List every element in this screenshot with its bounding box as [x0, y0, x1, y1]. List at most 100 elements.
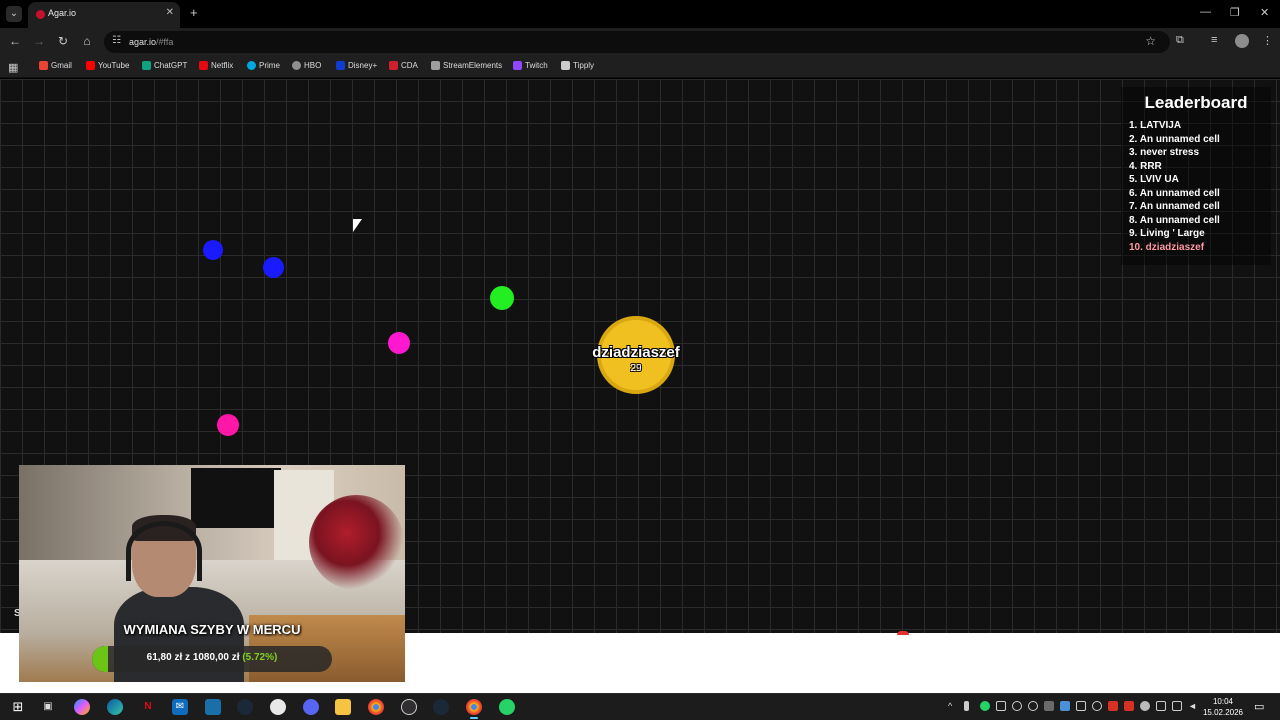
notification-icon[interactable]: ▭ — [1254, 700, 1264, 713]
forward-icon[interactable]: → — [31, 34, 47, 48]
headset-icon — [126, 521, 202, 581]
bookmark-twitch[interactable]: Twitch — [513, 61, 548, 70]
bookmark-youtube[interactable]: YouTube — [86, 61, 129, 70]
close-window-icon[interactable]: ✕ — [1260, 6, 1269, 19]
bookmarks-bar: ▦ Gmail YouTube ChatGPT Netflix Prime HB… — [0, 56, 1280, 78]
bookmark-cda[interactable]: CDA — [389, 61, 418, 70]
clock-time[interactable]: 10:04 — [1200, 697, 1246, 706]
bookmark-star-icon[interactable]: ☆ — [1145, 34, 1156, 48]
bookmark-streamelements[interactable]: StreamElements — [431, 61, 502, 70]
steam-icon[interactable] — [433, 699, 449, 715]
tray-app-icon[interactable] — [1012, 701, 1022, 711]
leaderboard-entry: 3. never stress — [1129, 147, 1200, 158]
file-explorer-icon[interactable] — [335, 699, 351, 715]
reload-icon[interactable]: ↻ — [55, 34, 71, 48]
food-pellet — [203, 240, 223, 260]
restore-icon[interactable]: ❐ — [1230, 6, 1240, 19]
copilot-icon[interactable] — [74, 699, 90, 715]
bookmark-hbo[interactable]: HBO — [292, 61, 321, 70]
volume-icon[interactable]: ◄ — [1188, 701, 1198, 711]
minimize-icon[interactable]: — — [1200, 6, 1211, 18]
tray-app-icon[interactable] — [1108, 701, 1118, 711]
tray-app-icon[interactable] — [1124, 701, 1134, 711]
mail-icon[interactable] — [205, 699, 221, 715]
bookmark-chatgpt[interactable]: ChatGPT — [142, 61, 187, 70]
tray-app-icon[interactable] — [1076, 701, 1086, 711]
webcam-flowers — [309, 495, 404, 590]
task-view-icon[interactable]: ▣ — [40, 699, 56, 715]
food-pellet — [490, 286, 514, 310]
food-pellet — [217, 414, 239, 436]
extensions-icon[interactable]: ⧉ — [1176, 34, 1184, 47]
site-info-icon[interactable]: ☷ — [112, 35, 121, 46]
discord-icon[interactable] — [303, 699, 319, 715]
bookmark-tipply[interactable]: Tipply — [561, 61, 594, 70]
apps-grid-icon[interactable]: ▦ — [8, 61, 18, 74]
steam-icon[interactable] — [237, 699, 253, 715]
cda-icon — [389, 61, 398, 70]
tray-app-icon[interactable] — [1092, 701, 1102, 711]
leaderboard-list: 1. LATVIJA 2. An unnamed cell 3. never s… — [1129, 119, 1263, 254]
tab-close-icon[interactable]: ✕ — [166, 7, 174, 18]
outlook-icon[interactable]: ✉ — [172, 699, 188, 715]
tray-app-icon[interactable] — [1028, 701, 1038, 711]
leaderboard-entry: 1. LATVIJA — [1129, 120, 1182, 131]
menu-kebab-icon[interactable]: ⋮ — [1262, 34, 1273, 47]
clock-date[interactable]: 15.02.2026 — [1200, 708, 1246, 717]
donation-goal-text: 61,80 zł z 1080,00 zł (5.72%) — [146, 652, 278, 663]
leaderboard-entry: 4. RRR — [1129, 160, 1162, 172]
app-icon[interactable] — [270, 699, 286, 715]
microphone-icon[interactable] — [964, 701, 969, 711]
netflix-icon[interactable]: N — [140, 699, 156, 715]
bookmark-netflix[interactable]: Netflix — [199, 61, 233, 70]
agario-favicon-icon — [36, 10, 45, 19]
player-name: dziadziaszef — [592, 344, 680, 361]
home-icon[interactable]: ⌂ — [79, 34, 95, 48]
tab-title: Agar.io — [48, 8, 77, 18]
bookmark-prime[interactable]: Prime — [247, 61, 280, 70]
tray-app-icon[interactable] — [1060, 701, 1070, 711]
chatgpt-icon — [142, 61, 151, 70]
start-icon[interactable]: ⊞ — [10, 699, 26, 715]
hbo-icon — [292, 61, 301, 70]
gmail-icon — [39, 61, 48, 70]
browser-toolbar: ← → ↻ ⌂ ☷ agar.io/#ffa ☆ ⧉ ≡ ⋮ — [0, 28, 1280, 56]
leaderboard: Leaderboard 1. LATVIJA 2. An unnamed cel… — [1121, 87, 1271, 265]
media-control-icon[interactable]: ≡ — [1211, 34, 1217, 46]
windows-taskbar: ⊞ ▣ N ✉ ^ ◄ 10:04 15.02.2026 ▭ — [0, 693, 1280, 720]
tray-app-icon[interactable] — [1140, 701, 1150, 711]
new-tab-icon[interactable]: + — [190, 5, 198, 20]
tray-app-icon[interactable] — [1044, 701, 1054, 711]
tipply-icon — [561, 61, 570, 70]
youtube-icon — [86, 61, 95, 70]
leaderboard-title: Leaderboard — [1144, 93, 1248, 112]
display-icon[interactable] — [1172, 701, 1182, 711]
back-icon[interactable]: ← — [7, 34, 23, 48]
netflix-icon — [199, 61, 208, 70]
profile-avatar[interactable] — [1235, 34, 1249, 48]
player-mass: 29 — [630, 363, 642, 374]
twitch-icon — [513, 61, 522, 70]
edge-icon[interactable] — [107, 699, 123, 715]
leaderboard-entry: 2. An unnamed cell — [1129, 133, 1220, 145]
streamelements-icon — [431, 61, 440, 70]
chrome-active-icon[interactable] — [466, 699, 482, 719]
leaderboard-entry: 5. LVIV UA — [1129, 174, 1179, 185]
browser-tab-agario[interactable]: Agar.io ✕ — [28, 2, 180, 28]
donation-goal-bar: 61,80 zł z 1080,00 zł (5.72%) — [92, 646, 332, 672]
prime-icon — [247, 61, 256, 70]
network-icon[interactable] — [1156, 701, 1166, 711]
bookmark-disney[interactable]: Disney+ — [336, 61, 377, 70]
tab-search-icon[interactable]: ⌄ — [6, 6, 22, 22]
tray-app-icon[interactable] — [996, 701, 1006, 711]
leaderboard-entry: 6. An unnamed cell — [1129, 187, 1220, 199]
bookmark-gmail[interactable]: Gmail — [39, 61, 72, 70]
chrome-icon[interactable] — [368, 699, 384, 715]
tray-expand-icon[interactable]: ^ — [948, 701, 958, 711]
disney-icon — [336, 61, 345, 70]
address-bar[interactable]: ☷ agar.io/#ffa ☆ — [104, 31, 1170, 53]
donation-goal-title: WYMIANA SZYBY W MERCU — [123, 622, 301, 637]
whatsapp-icon[interactable] — [499, 699, 515, 715]
whatsapp-tray-icon[interactable] — [980, 701, 990, 711]
obs-icon[interactable] — [401, 699, 417, 715]
